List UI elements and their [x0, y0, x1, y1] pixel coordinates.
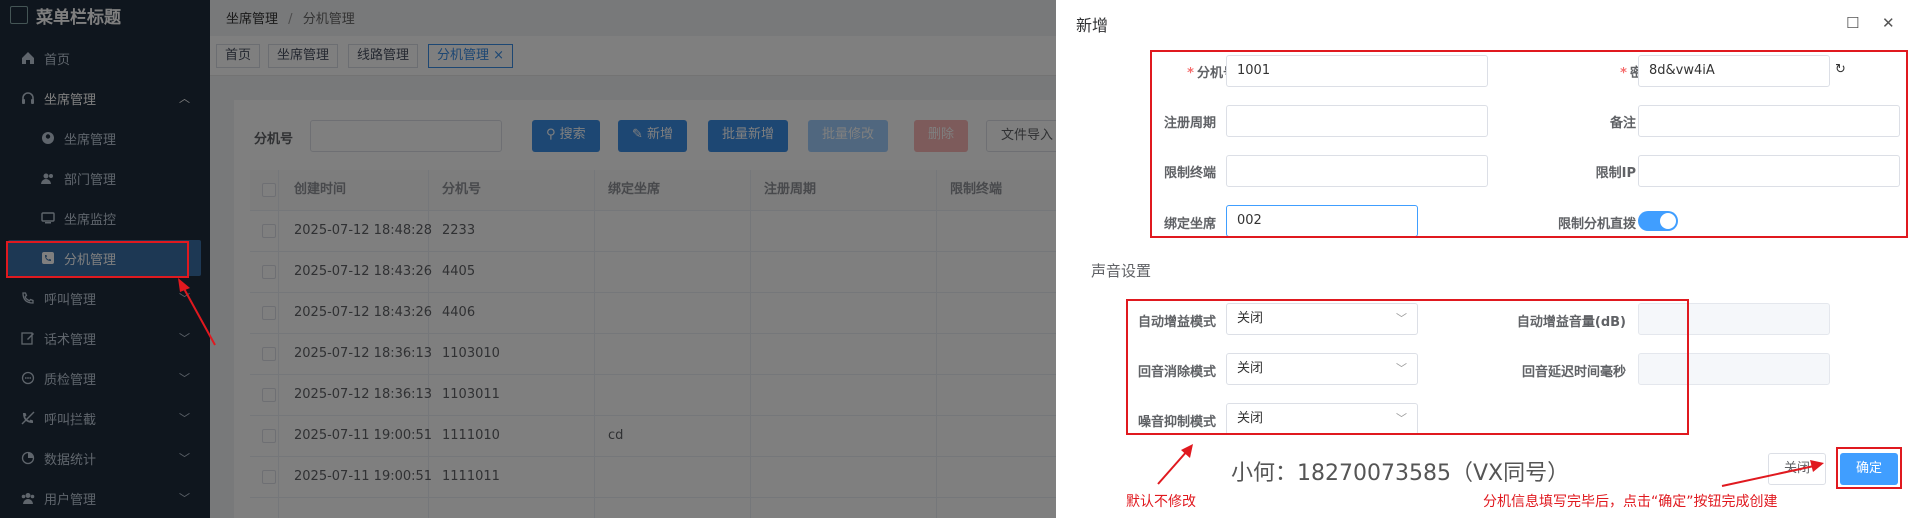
sound-settings-title: 声音设置: [1091, 262, 1152, 280]
annotation-confirm-instruction: 分机信息填写完毕后，点击“确定”按钮完成创建: [1483, 494, 1778, 510]
maximize-icon[interactable]: ☐: [1846, 14, 1859, 32]
arrow-annotation-default: [1157, 444, 1193, 485]
highlight-box-confirm: [1836, 447, 1902, 489]
highlight-box-basic-fields: [1150, 50, 1908, 238]
highlight-box-sidebar: [6, 241, 189, 278]
close-icon[interactable]: ✕: [1882, 14, 1895, 32]
dialog-title: 新增: [1076, 16, 1109, 35]
highlight-box-sound-settings: [1126, 299, 1689, 435]
annotation-default-unchanged: 默认不修改: [1126, 494, 1196, 510]
arrow-annotation-confirm: [1721, 460, 1824, 487]
arrow-annotation-sidebar: [178, 278, 216, 346]
watermark-text: 小何：18270073585（VX同号）: [1231, 461, 1570, 486]
